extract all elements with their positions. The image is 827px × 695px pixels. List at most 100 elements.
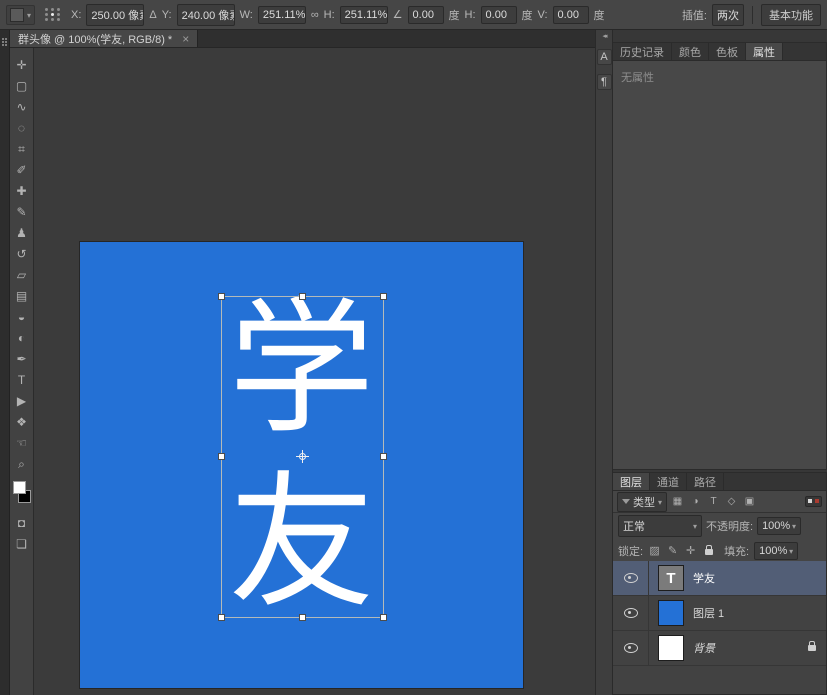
zoom-tool-button[interactable]: ⌕ [12,453,32,474]
expand-panels-icon[interactable]: ◂◂ [602,32,605,40]
y-input[interactable]: 240.00 像素 [177,4,235,26]
quick-mask-button[interactable]: ◘ [12,512,32,533]
relative-position-toggle-icon[interactable]: Δ [149,9,156,21]
transform-handle-bottom-right[interactable] [380,614,387,621]
lock-position-icon[interactable]: ✛ [684,544,697,557]
ref-dot[interactable] [45,18,48,21]
ref-dot-center[interactable] [51,13,54,16]
tab-channels[interactable]: 通道 [650,473,687,490]
layer-row-text[interactable]: T 学友 [613,561,826,596]
ref-dot[interactable] [51,8,54,11]
move-tool-button[interactable]: ✛ [12,54,32,75]
smart-object-filter-icon[interactable]: ▣ [742,494,757,509]
type-layer-filter-icon[interactable]: T [706,494,721,509]
type-tool-button[interactable]: T [12,369,32,390]
color-swatches [12,480,32,504]
pen-tool-button[interactable]: ✒ [12,348,32,369]
vskew-label: V: [538,9,548,21]
lock-transparency-icon[interactable]: ▨ [648,544,661,557]
transform-bounding-box[interactable] [221,296,384,618]
ref-dot[interactable] [45,8,48,11]
eyedropper-tool-button[interactable]: ✐ [12,159,32,180]
crop-tool-button[interactable]: ⌗ [12,138,32,159]
layer-name[interactable]: 背景 [693,640,715,656]
transform-handle-top-middle[interactable] [299,293,306,300]
angle-input[interactable]: 0.00 [408,6,444,24]
blend-mode-dropdown[interactable]: 正常 [618,515,702,537]
transform-handle-top-right[interactable] [380,293,387,300]
history-brush-tool-button[interactable]: ↺ [12,243,32,264]
link-dimensions-icon[interactable]: ∞ [311,9,319,21]
marquee-tool-button[interactable]: ▢ [12,75,32,96]
tab-history[interactable]: 历史记录 [613,43,672,60]
layer-filter-dropdown[interactable]: 类型 [617,492,667,512]
dodge-tool-button[interactable]: ◐ [12,327,32,348]
character-panel-icon[interactable]: A [597,49,612,65]
screen-mode-button[interactable]: ❏ [12,533,32,554]
layer-row-blue[interactable]: 图层 1 [613,596,826,631]
transform-handle-bottom-middle[interactable] [299,614,306,621]
ref-dot[interactable] [57,8,60,11]
lock-pixels-icon[interactable]: ✎ [666,544,679,557]
transform-handle-bottom-left[interactable] [218,614,225,621]
lasso-tool-button[interactable]: ∿ [12,96,32,117]
eye-icon [624,608,638,618]
blend-mode-value: 正常 [623,518,645,534]
hand-tool-button[interactable]: ☜ [12,432,32,453]
ref-dot[interactable] [57,13,60,16]
lock-all-icon[interactable] [702,546,715,555]
reference-point-locator[interactable] [45,8,61,21]
drag-handle-icon[interactable] [2,38,4,40]
healing-brush-tool-button[interactable]: ✚ [12,180,32,201]
transform-handle-middle-right[interactable] [380,453,387,460]
gradient-tool-button[interactable]: ▤ [12,285,32,306]
vskew-input[interactable]: 0.00 [553,6,589,24]
transform-center-point[interactable] [296,450,309,463]
layer-thumbnail[interactable]: T [658,565,684,591]
layer-visibility-toggle[interactable] [613,561,649,595]
tab-paths[interactable]: 路径 [687,473,724,490]
tab-layers[interactable]: 图层 [613,473,650,490]
ref-dot[interactable] [51,18,54,21]
layer-visibility-toggle[interactable] [613,596,649,630]
layer-name[interactable]: 图层 1 [693,605,724,621]
layer-name[interactable]: 学友 [693,570,715,586]
transform-handle-middle-left[interactable] [218,453,225,460]
layer-row-background[interactable]: 背景 [613,631,826,666]
brush-tool-button[interactable]: ✎ [12,201,32,222]
workspace-switcher[interactable]: 基本功能 [761,4,821,26]
layer-filter-toggle[interactable] [805,496,822,507]
layer-visibility-toggle[interactable] [613,631,649,665]
layer-thumbnail[interactable] [658,600,684,626]
x-input[interactable]: 250.00 像素 [86,4,144,26]
tab-properties[interactable]: 属性 [746,43,783,60]
opacity-dropdown[interactable]: 100% [757,517,801,535]
width-input[interactable]: 251.11% [258,6,306,24]
height-input[interactable]: 251.11% [340,6,388,24]
shape-layer-filter-icon[interactable]: ◇ [724,494,739,509]
tool-preset-picker[interactable] [6,5,35,25]
hskew-input[interactable]: 0.00 [481,6,517,24]
ref-dot[interactable] [57,18,60,21]
tab-color[interactable]: 颜色 [672,43,709,60]
path-selection-tool-button[interactable]: ▶ [12,390,32,411]
eraser-tool-button[interactable]: ▱ [12,264,32,285]
document-tab[interactable]: 群头像 @ 100%(学友, RGB/8) * × [10,30,198,47]
layer-thumbnail[interactable] [658,635,684,661]
clone-stamp-tool-button[interactable]: ♟ [12,222,32,243]
interpolation-dropdown[interactable]: 两次 [712,4,744,26]
canvas-area[interactable]: 学 友 [34,48,595,695]
blur-tool-button[interactable]: ◒ [12,306,32,327]
pixel-layer-filter-icon[interactable]: ▦ [670,494,685,509]
canvas-image[interactable]: 学 友 [80,242,523,688]
adjustment-layer-filter-icon[interactable]: ◑ [688,494,703,509]
paragraph-panel-icon[interactable]: ¶ [597,74,612,90]
transform-handle-top-left[interactable] [218,293,225,300]
shape-tool-button[interactable]: ❖ [12,411,32,432]
ref-dot[interactable] [45,13,48,16]
foreground-color-swatch[interactable] [13,481,26,494]
tab-swatches[interactable]: 色板 [709,43,746,60]
close-icon[interactable]: × [182,32,189,46]
quick-selection-tool-button[interactable]: ◌ [12,117,32,138]
fill-dropdown[interactable]: 100% [754,542,798,560]
